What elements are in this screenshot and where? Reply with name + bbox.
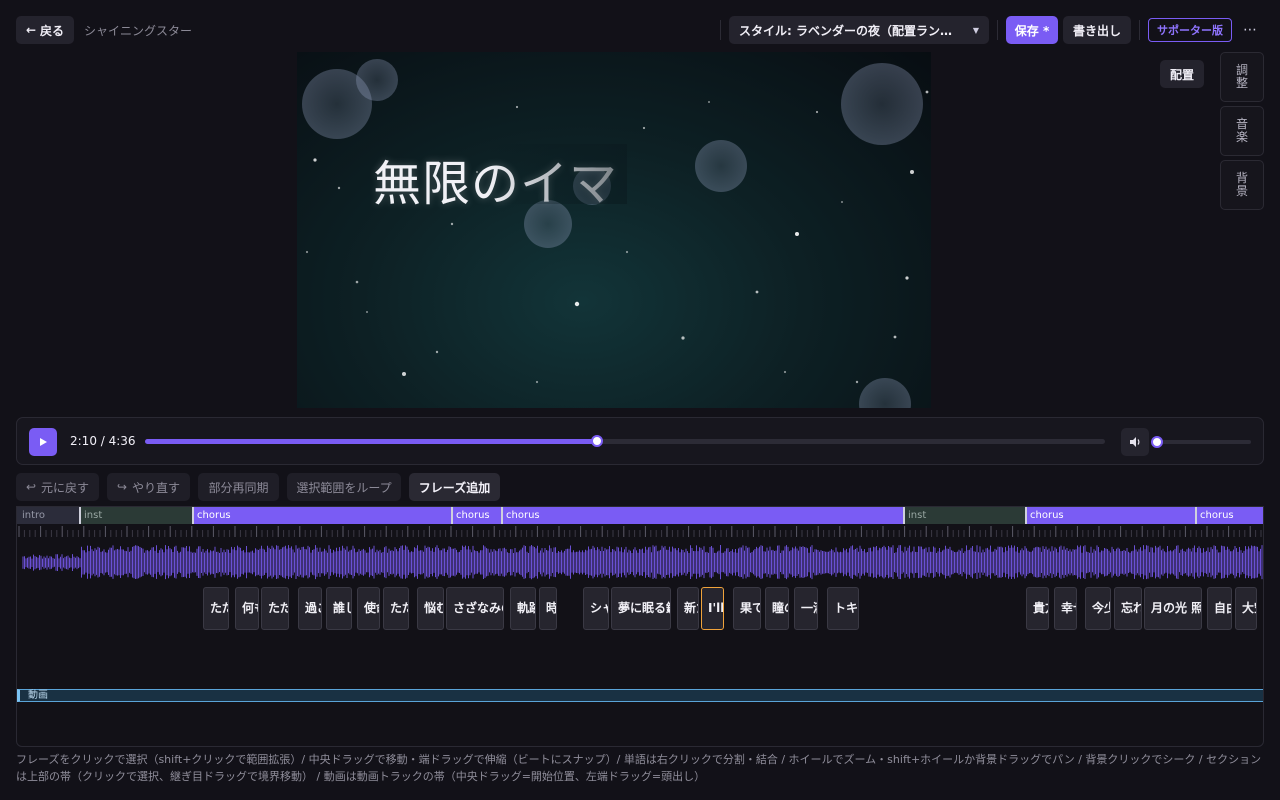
side-tab-label: 背景 bbox=[1236, 171, 1249, 198]
phrase-block[interactable]: ただ bbox=[203, 587, 229, 630]
back-label: 戻る bbox=[40, 23, 65, 38]
side-tab-music[interactable]: 音楽 bbox=[1220, 106, 1264, 156]
phrase-block[interactable]: トキ bbox=[827, 587, 859, 630]
phrase-block[interactable]: I'll bbox=[701, 587, 724, 630]
phrase-block[interactable]: 幸せ bbox=[1054, 587, 1077, 630]
undo-button[interactable]: ↩ 元に戻す bbox=[16, 473, 99, 501]
phrase-block[interactable]: 月の光 照 bbox=[1144, 587, 1202, 630]
section-chorus[interactable]: chorus bbox=[192, 507, 451, 524]
partial-resync-button[interactable]: 部分再同期 bbox=[198, 473, 279, 501]
phrase-block[interactable]: 何も bbox=[235, 587, 259, 630]
phrase-block[interactable]: さざなみの bbox=[446, 587, 504, 630]
beat-ruler bbox=[18, 526, 1262, 537]
phrase-block[interactable]: 悩む bbox=[417, 587, 444, 630]
side-tab-adjust[interactable]: 調整 bbox=[1220, 52, 1264, 102]
section-seam-handle[interactable] bbox=[1195, 507, 1197, 524]
player-bar: 2:10 / 4:36 bbox=[16, 417, 1264, 465]
timeline[interactable]: intro inst chorus chorus chorus inst chorus cho… bbox=[16, 506, 1264, 747]
divider bbox=[997, 20, 998, 40]
section-seam-handle[interactable] bbox=[903, 507, 905, 524]
section-inst[interactable]: inst bbox=[79, 507, 192, 524]
phrase-block[interactable]: シャ bbox=[583, 587, 609, 630]
arrow-left-icon: ← bbox=[25, 23, 37, 37]
phrase-block[interactable]: 夢に眠る鍵 bbox=[611, 587, 671, 630]
redo-button[interactable]: ↪ やり直す bbox=[107, 473, 190, 501]
divider bbox=[720, 20, 721, 40]
supporter-button[interactable]: サポーター版 bbox=[1148, 18, 1232, 42]
seek-progress bbox=[145, 439, 598, 444]
phrase-block[interactable]: 自由 bbox=[1207, 587, 1232, 630]
phrase-block[interactable]: 誰し bbox=[326, 587, 352, 630]
section-seam-handle[interactable] bbox=[1025, 507, 1027, 524]
play-icon bbox=[40, 438, 47, 446]
loop-selection-button[interactable]: 選択範囲をループ bbox=[287, 473, 401, 501]
phrase-block[interactable]: 今少 bbox=[1085, 587, 1111, 630]
lyric-fade-overlay bbox=[487, 144, 627, 204]
video-preview[interactable]: 無限のイマ bbox=[297, 52, 931, 408]
export-button[interactable]: 書き出し bbox=[1063, 16, 1131, 44]
section-inst[interactable]: inst bbox=[903, 507, 1025, 524]
help-text: フレーズをクリックで選択（shift+クリックで範囲拡張）/ 中央ドラッグで移動… bbox=[16, 753, 1262, 783]
project-title: シャイニングスター bbox=[84, 24, 193, 38]
layout-button[interactable]: 配置 bbox=[1160, 60, 1204, 88]
phrase-block[interactable]: 時 bbox=[539, 587, 557, 630]
side-tab-label: 音楽 bbox=[1236, 117, 1249, 144]
phrase-block[interactable]: ただ bbox=[261, 587, 289, 630]
redo-icon: ↪ bbox=[116, 480, 128, 494]
save-button[interactable]: 保存 * bbox=[1006, 16, 1058, 44]
phrase-block[interactable]: 貴方 bbox=[1026, 587, 1049, 630]
speaker-icon bbox=[1130, 437, 1140, 447]
phrase-block[interactable]: 使命 bbox=[357, 587, 380, 630]
phrase-block[interactable]: 軌跡 bbox=[510, 587, 536, 630]
more-menu-icon[interactable]: ⋯ bbox=[1240, 20, 1260, 40]
section-intro[interactable]: intro bbox=[17, 507, 79, 524]
section-chorus[interactable]: chorus bbox=[1195, 507, 1263, 524]
section-chorus[interactable]: chorus bbox=[451, 507, 501, 524]
section-chorus[interactable]: chorus bbox=[1025, 507, 1195, 524]
bokeh-background bbox=[302, 59, 929, 408]
audio-waveform bbox=[22, 545, 1263, 580]
seek-handle[interactable] bbox=[591, 435, 604, 447]
caret-down-icon: ▼ bbox=[972, 25, 979, 35]
seek-slider[interactable] bbox=[145, 435, 1105, 447]
style-select-label: スタイル: ラベンダーの夜（配置ランダム） bbox=[739, 23, 961, 38]
phrase-block[interactable]: 忘れ bbox=[1114, 587, 1142, 630]
section-seam-handle[interactable] bbox=[79, 507, 81, 524]
section-seam-handle[interactable] bbox=[451, 507, 453, 524]
undo-label: 元に戻す bbox=[41, 480, 90, 495]
video-track[interactable]: 動画 bbox=[17, 689, 1263, 702]
phrase-block[interactable]: 果て bbox=[733, 587, 761, 630]
phrase-block[interactable]: ただ bbox=[383, 587, 409, 630]
back-button[interactable]: ← 戻る bbox=[16, 16, 74, 44]
section-seam-handle[interactable] bbox=[501, 507, 503, 524]
phrase-block[interactable]: 新た bbox=[677, 587, 699, 630]
phrase-block[interactable]: 過ご bbox=[298, 587, 322, 630]
section-chorus[interactable]: chorus bbox=[501, 507, 903, 524]
phrase-block[interactable]: 瞳の bbox=[765, 587, 789, 630]
redo-label: やり直す bbox=[132, 480, 181, 495]
undo-icon: ↩ bbox=[25, 480, 37, 494]
side-tab-label: 調整 bbox=[1236, 63, 1249, 90]
playback-time: 2:10 / 4:36 bbox=[70, 434, 136, 448]
phrase-block[interactable]: 一滴 bbox=[794, 587, 818, 630]
section-seam-handle[interactable] bbox=[192, 507, 194, 524]
divider bbox=[1139, 20, 1140, 40]
volume-handle[interactable] bbox=[1151, 436, 1163, 448]
side-tab-background[interactable]: 背景 bbox=[1220, 160, 1264, 210]
style-select[interactable]: スタイル: ラベンダーの夜（配置ランダム） ▼ bbox=[729, 16, 989, 44]
volume-button[interactable] bbox=[1121, 428, 1149, 456]
play-button[interactable] bbox=[29, 428, 57, 456]
phrase-block[interactable]: 大空 bbox=[1235, 587, 1257, 630]
add-phrase-button[interactable]: フレーズ追加 bbox=[409, 473, 500, 501]
volume-slider[interactable] bbox=[1151, 436, 1251, 448]
